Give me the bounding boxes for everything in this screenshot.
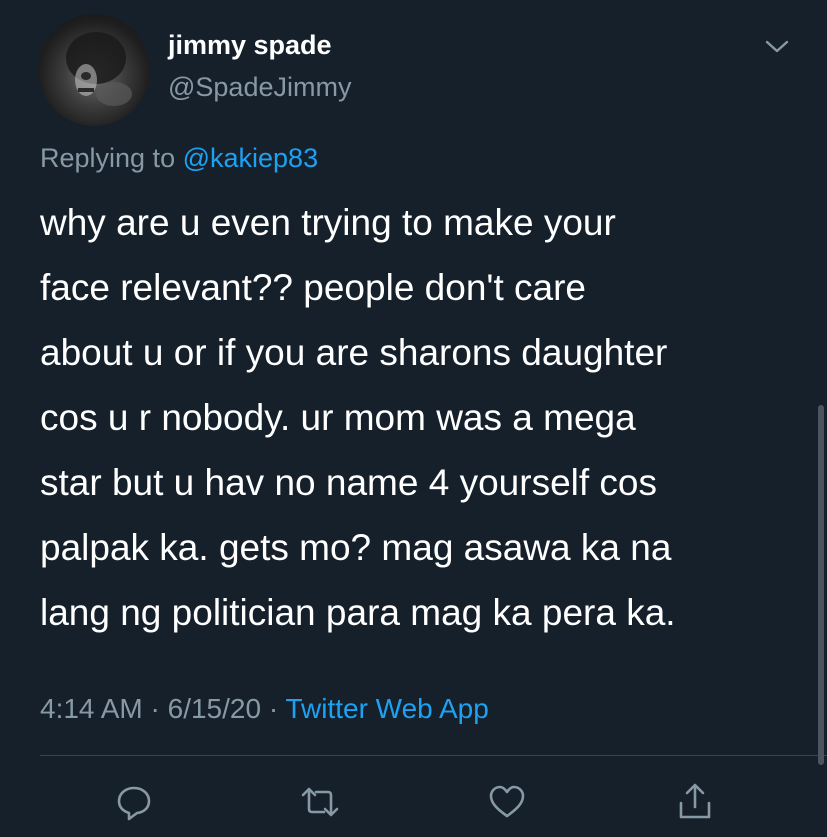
tweet-text-line: about u or if you are sharons daughter — [40, 332, 668, 373]
tweet-text-line: palpak ka. gets mo? mag asawa ka na — [40, 527, 672, 568]
action-bar — [0, 782, 827, 822]
retweet-icon[interactable] — [300, 782, 340, 822]
share-icon[interactable] — [675, 782, 715, 822]
tweet-text-line: face relevant?? people don't care — [40, 267, 587, 308]
like-icon[interactable] — [487, 782, 527, 822]
tweet-time[interactable]: 4:14 AM — [40, 693, 143, 724]
tweet-text-line: star but u hav no name 4 yourself cos — [40, 462, 658, 503]
tweet-text-line: lang ng politician para mag ka pera ka. — [40, 592, 676, 633]
tweet-meta: 4:14 AM · 6/15/20 · Twitter Web App — [40, 693, 489, 725]
replying-to: Replying to @kakiep83 — [40, 143, 318, 174]
tweet-date[interactable]: 6/15/20 — [168, 693, 261, 724]
reply-icon[interactable] — [114, 782, 154, 822]
divider — [40, 755, 827, 756]
tweet-text: why are u even trying to make your face … — [40, 190, 800, 645]
meta-separator: · — [142, 693, 168, 724]
scrollbar[interactable] — [818, 405, 824, 765]
avatar[interactable] — [38, 14, 150, 126]
chevron-down-icon[interactable] — [762, 36, 792, 58]
tweet-text-line: why are u even trying to make your — [40, 202, 616, 243]
display-name[interactable]: jimmy spade — [168, 30, 332, 61]
replying-to-prefix: Replying to — [40, 143, 183, 173]
meta-separator: · — [261, 693, 286, 724]
user-handle[interactable]: @SpadeJimmy — [168, 72, 351, 103]
tweet-source-link[interactable]: Twitter Web App — [285, 693, 488, 724]
tweet-text-line: cos u r nobody. ur mom was a mega — [40, 397, 636, 438]
reply-mention-link[interactable]: @kakiep83 — [183, 143, 319, 173]
